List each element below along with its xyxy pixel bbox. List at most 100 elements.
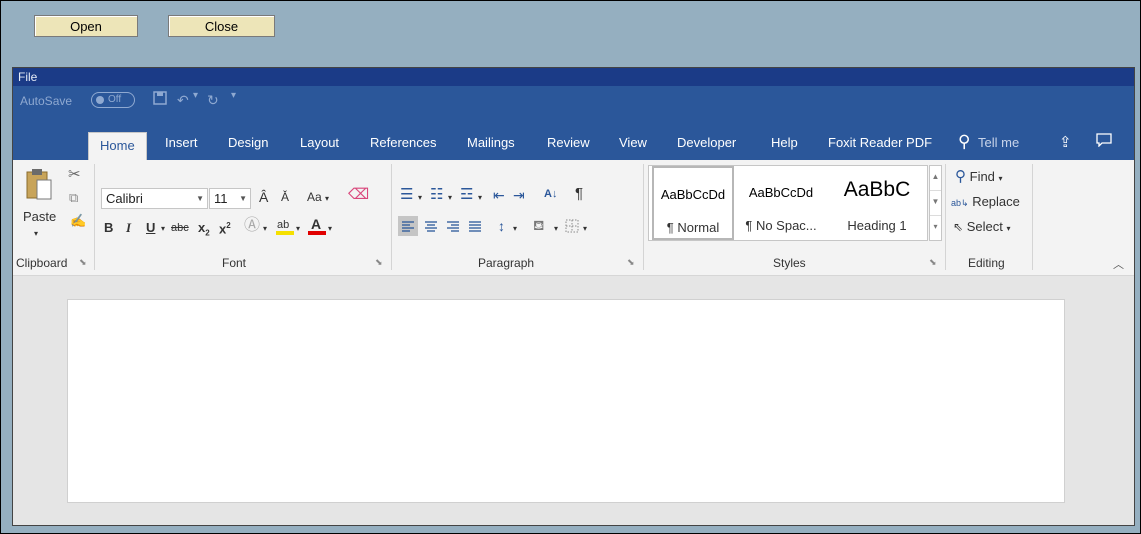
tab-foxit-reader-pdf[interactable]: Foxit Reader PDF (828, 135, 932, 150)
strikethrough-icon[interactable]: abc (171, 221, 189, 235)
styles-scroll-up-icon[interactable]: ▲ (930, 166, 941, 191)
align-center-icon[interactable] (421, 216, 441, 239)
app-window: Open Close File AutoSave Off ↶ ▾ ↻ ▾ Hom… (0, 0, 1141, 534)
select-button[interactable]: ⇖ Select ▾ (953, 220, 1010, 236)
text-effects-icon[interactable]: Ⓐ (244, 218, 260, 234)
cut-icon[interactable]: ✂ (68, 167, 81, 182)
tab-layout[interactable]: Layout (300, 135, 339, 150)
font-name-combo[interactable]: Calibri ▼ (101, 188, 208, 209)
copy-icon[interactable]: ⧉ (69, 191, 78, 205)
justify-icon[interactable] (465, 216, 485, 239)
paste-icon[interactable] (25, 168, 53, 205)
bullets-dropdown-icon[interactable]: ▾ (418, 191, 422, 205)
tell-me-box[interactable]: Tell me (978, 135, 1019, 150)
tab-review[interactable]: Review (547, 135, 590, 150)
clipboard-group-label: Clipboard (16, 256, 68, 270)
styles-more-icon[interactable]: ▾ (930, 216, 941, 240)
borders-icon[interactable] (564, 218, 580, 237)
decrease-indent-icon[interactable]: ⇤ (493, 188, 505, 202)
tab-references[interactable]: References (370, 135, 436, 150)
underline-icon[interactable]: U (146, 221, 155, 235)
font-launcher-icon[interactable]: ⬊ (375, 257, 383, 268)
line-spacing-dropdown-icon[interactable]: ▾ (513, 222, 517, 236)
chevron-down-icon: ▾ (998, 174, 1003, 183)
borders-dropdown-icon[interactable]: ▾ (583, 222, 587, 236)
collapse-ribbon-icon[interactable]: ︿ (1113, 258, 1124, 272)
format-painter-icon[interactable]: ✍ (70, 214, 86, 228)
tab-help[interactable]: Help (771, 135, 798, 150)
font-color-dropdown-icon[interactable]: ▾ (328, 222, 332, 236)
shading-dropdown-icon[interactable]: ▾ (554, 222, 558, 236)
share-icon[interactable]: ⇪ (1059, 133, 1072, 151)
style-normal[interactable]: AaBbCcDd ¶ Normal (652, 166, 734, 240)
italic-icon[interactable]: I (126, 221, 131, 235)
select-label: Select (966, 219, 1003, 234)
align-left-icon[interactable] (398, 216, 418, 236)
tab-insert[interactable]: Insert (165, 135, 198, 150)
find-button[interactable]: ⚲ Find ▾ (955, 169, 1003, 186)
undo-icon[interactable]: ↶ (177, 92, 189, 109)
tab-home[interactable]: Home (88, 132, 147, 160)
grow-font-icon[interactable]: Â (259, 190, 268, 204)
bullets-icon[interactable]: ☰ (400, 187, 413, 202)
multilevel-list-icon[interactable]: ☲ (460, 187, 473, 202)
autosave-toggle-state: Off (108, 94, 122, 105)
shrink-font-icon[interactable]: Ǎ (281, 190, 289, 204)
text-highlight-icon[interactable]: ab (275, 216, 295, 239)
show-formatting-marks-icon[interactable]: ¶ (575, 186, 583, 201)
increase-indent-icon[interactable]: ⇥ (513, 188, 525, 202)
multilevel-dropdown-icon[interactable]: ▾ (478, 191, 482, 205)
shading-icon[interactable]: ⛾ (533, 218, 544, 232)
paragraph-launcher-icon[interactable]: ⬊ (627, 257, 635, 268)
save-icon[interactable] (153, 91, 167, 108)
style-preview: AaBbCcDd (660, 187, 726, 202)
autosave-toggle[interactable]: Off (91, 92, 135, 108)
styles-scroll-down-icon[interactable]: ▼ (930, 191, 941, 216)
paste-dropdown-icon[interactable]: ▾ (34, 227, 38, 241)
numbering-icon[interactable]: ☷ (430, 187, 443, 202)
style-no-spacing[interactable]: AaBbCcDd ¶ No Spac... (737, 166, 825, 240)
chevron-down-icon: ▼ (196, 194, 204, 203)
group-divider (94, 164, 95, 270)
close-button[interactable]: Close (168, 15, 275, 37)
svg-text:A: A (311, 216, 321, 232)
document-page[interactable] (67, 299, 1065, 503)
tab-design[interactable]: Design (228, 135, 268, 150)
tab-view[interactable]: View (619, 135, 647, 150)
change-case-button[interactable]: Aa ▾ (307, 190, 329, 206)
styles-launcher-icon[interactable]: ⬊ (929, 257, 937, 268)
document-area (13, 276, 1134, 525)
redo-icon[interactable]: ↻ (207, 92, 219, 109)
align-right-icon[interactable] (443, 216, 463, 239)
file-menu[interactable]: File (13, 70, 37, 84)
tab-developer[interactable]: Developer (677, 135, 736, 150)
comments-icon[interactable] (1096, 133, 1112, 150)
text-effects-dropdown-icon[interactable]: ▾ (263, 222, 267, 236)
numbering-dropdown-icon[interactable]: ▾ (448, 191, 452, 205)
ribbon-home: Paste ▾ ✂ ⧉ ✍ Clipboard ⬊ Calibri ▼ 11 ▼ (13, 160, 1134, 276)
ribbon-tabs: Home Insert Design Layout References Mai… (13, 116, 1134, 160)
sort-icon[interactable]: A↓ (544, 187, 557, 201)
styles-scroll: ▲ ▼ ▾ (929, 165, 942, 241)
subscript-icon[interactable]: x2 (198, 221, 210, 241)
search-icon[interactable]: ⚲ (958, 132, 970, 152)
clear-formatting-icon[interactable]: ⌫ (348, 187, 369, 202)
styles-gallery: AaBbCcDd ¶ Normal AaBbCcDd ¶ No Spac... … (648, 165, 928, 241)
open-button[interactable]: Open (34, 15, 138, 37)
replace-button[interactable]: ab↳ Replace (951, 195, 1020, 210)
clipboard-launcher-icon[interactable]: ⬊ (79, 257, 87, 268)
bold-icon[interactable]: B (104, 221, 113, 235)
style-heading-1[interactable]: AaBbC Heading 1 (829, 166, 925, 240)
font-color-icon[interactable]: A (307, 216, 327, 239)
highlight-dropdown-icon[interactable]: ▾ (296, 222, 300, 236)
undo-dropdown-icon[interactable]: ▾ (193, 90, 198, 101)
paste-label[interactable]: Paste (23, 210, 56, 224)
line-spacing-icon[interactable]: ↕ (498, 219, 505, 233)
font-size-combo[interactable]: 11 ▼ (209, 188, 251, 209)
superscript-icon[interactable]: x2 (219, 219, 231, 236)
underline-dropdown-icon[interactable]: ▾ (161, 222, 165, 236)
group-divider (1032, 164, 1033, 270)
customize-qat-icon[interactable]: ▾ (231, 90, 236, 101)
group-divider (391, 164, 392, 270)
tab-mailings[interactable]: Mailings (467, 135, 515, 150)
